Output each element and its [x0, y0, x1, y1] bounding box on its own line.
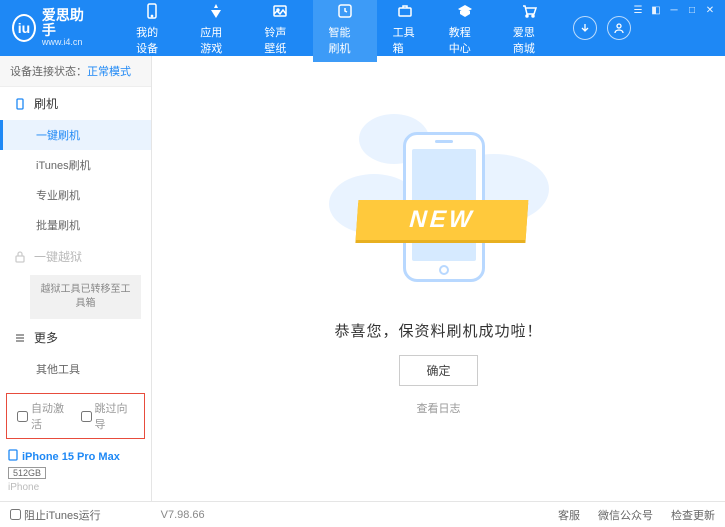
- nav-smart-flash[interactable]: 智能刷机: [313, 0, 377, 62]
- section-jailbreak: 一键越狱: [0, 240, 151, 273]
- version-label: V7.98.66: [161, 509, 205, 521]
- lock-icon: [14, 251, 26, 263]
- sidebar-one-key-flash[interactable]: 一键刷机: [0, 120, 151, 150]
- sidebar-other-tools[interactable]: 其他工具: [0, 354, 151, 384]
- section-flash[interactable]: 刷机: [0, 87, 151, 120]
- auto-activate-checkbox[interactable]: 自动激活: [17, 400, 71, 432]
- top-nav: 我的设备 应用游戏 铃声壁纸 智能刷机 工具箱: [120, 0, 561, 62]
- skip-guide-checkbox[interactable]: 跳过向导: [81, 400, 135, 432]
- sidebar-download-firmware[interactable]: 下载固件: [0, 384, 151, 389]
- footer-wechat[interactable]: 微信公众号: [598, 507, 653, 523]
- graduation-icon: [455, 1, 475, 21]
- skin-icon[interactable]: ◧: [649, 4, 663, 16]
- footer: 阻止iTunes运行 V7.98.66 客服 微信公众号 检查更新: [0, 501, 725, 527]
- toolbox-icon: [395, 1, 415, 21]
- nav-tutorials[interactable]: 教程中心: [433, 0, 497, 62]
- nav-store[interactable]: 爱思商城: [497, 0, 561, 62]
- app-logo: iu 爱思助手 www.i4.cn: [12, 8, 88, 49]
- footer-update[interactable]: 检查更新: [671, 507, 715, 523]
- nav-ringtones[interactable]: 铃声壁纸: [248, 0, 312, 62]
- sidebar-itunes-flash[interactable]: iTunes刷机: [0, 150, 151, 180]
- view-log-link[interactable]: 查看日志: [417, 400, 461, 416]
- jailbreak-moved-notice: 越狱工具已转移至工具箱: [30, 275, 141, 319]
- device-phone-icon: [8, 449, 18, 464]
- ok-button[interactable]: 确定: [399, 355, 477, 386]
- app-icon: [206, 1, 226, 21]
- sidebar: 设备连接状态：正常模式 刷机 一键刷机 iTunes刷机 专业刷机 批量刷机 一…: [0, 56, 152, 501]
- device-type: iPhone: [8, 482, 143, 493]
- maximize-button[interactable]: □: [685, 4, 699, 16]
- success-illustration: NEW: [329, 114, 549, 294]
- download-button[interactable]: [573, 16, 597, 40]
- phone-icon: [142, 1, 162, 21]
- footer-service[interactable]: 客服: [558, 507, 580, 523]
- device-info: iPhone 15 Pro Max 512GB iPhone: [0, 443, 151, 501]
- device-name-label: iPhone 15 Pro Max: [22, 451, 120, 463]
- nav-toolbox[interactable]: 工具箱: [377, 0, 433, 62]
- main-content: NEW 恭喜您，保资料刷机成功啦！ 确定 查看日志: [152, 56, 725, 501]
- app-title: 爱思助手: [42, 8, 88, 39]
- app-url: www.i4.cn: [42, 38, 88, 48]
- menu-icon[interactable]: ☰: [631, 4, 645, 16]
- options-highlight-box: 自动激活 跳过向导: [6, 393, 145, 439]
- logo-icon: iu: [12, 14, 36, 42]
- new-banner: NEW: [355, 200, 528, 240]
- list-icon: [14, 332, 26, 344]
- success-message: 恭喜您，保资料刷机成功啦！: [334, 320, 542, 341]
- block-itunes-checkbox[interactable]: 阻止iTunes运行: [10, 507, 101, 523]
- image-icon: [270, 1, 290, 21]
- flash-section-icon: [14, 98, 26, 110]
- minimize-button[interactable]: ─: [667, 4, 681, 16]
- cart-icon: [519, 1, 539, 21]
- user-button[interactable]: [607, 16, 631, 40]
- section-more[interactable]: 更多: [0, 321, 151, 354]
- close-button[interactable]: ✕: [703, 4, 717, 16]
- device-storage: 512GB: [8, 467, 46, 479]
- sidebar-pro-flash[interactable]: 专业刷机: [0, 180, 151, 210]
- sidebar-batch-flash[interactable]: 批量刷机: [0, 210, 151, 240]
- nav-my-device[interactable]: 我的设备: [120, 0, 184, 62]
- nav-apps-games[interactable]: 应用游戏: [184, 0, 248, 62]
- connection-status: 设备连接状态：正常模式: [0, 56, 151, 87]
- refresh-icon: [335, 1, 355, 21]
